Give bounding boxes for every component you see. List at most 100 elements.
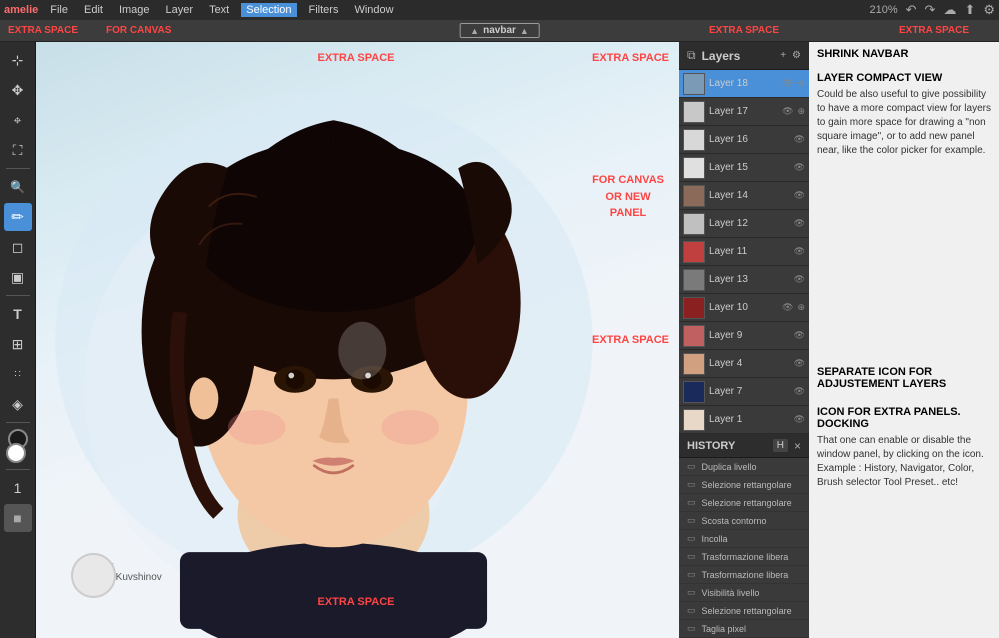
undo-button[interactable]: ↶ (906, 2, 917, 18)
tool-gradient[interactable]: ∷ (4, 360, 32, 388)
layer-visibility-icon[interactable]: 👁 (794, 386, 805, 397)
layer-visibility-icon[interactable]: 👁 (794, 330, 805, 341)
history-item-text: Visibilità livello (702, 588, 760, 598)
layer-visibility-icon[interactable]: 👁 (782, 78, 793, 89)
share-icon[interactable]: ⬆ (964, 2, 975, 18)
history-item[interactable]: ▭Trasformazione libera (679, 548, 809, 566)
tool-cursor[interactable]: ⊹ (4, 46, 32, 74)
tool-eraser[interactable]: ◻ (4, 233, 32, 261)
toolbar-extra-space-left: EXTRA SPACE (8, 25, 78, 36)
cloud-icon[interactable]: ☁ (943, 2, 956, 18)
menu-selection[interactable]: Selection (241, 3, 296, 17)
layer-row[interactable]: Layer 16👁 (679, 126, 809, 154)
tool-square[interactable]: ■ (4, 504, 32, 532)
layer-row[interactable]: Layer 13👁 (679, 266, 809, 294)
layer-visibility-icon[interactable]: 👁 (794, 162, 805, 173)
tool-separator-1 (6, 168, 30, 169)
layers-add-button[interactable]: + (780, 50, 786, 61)
layer-name: Layer 17 (709, 106, 778, 117)
history-item-text: Incolla (702, 534, 728, 544)
tool-lasso[interactable]: ⌖ (4, 106, 32, 134)
history-item-text: Trasformazione libera (702, 570, 789, 580)
icon-extra-text: That one can enable or disable the windo… (817, 434, 991, 490)
tool-brush[interactable]: ✏ (4, 203, 32, 231)
history-list: ▭Duplica livello▭Selezione rettangolare▭… (679, 458, 809, 638)
tool-transform[interactable]: ⊞ (4, 330, 32, 358)
layer-visibility-icon[interactable]: 👁 (794, 358, 805, 369)
tool-fill[interactable]: ▣ (4, 263, 32, 291)
layer-visibility-icon[interactable]: 👁 (794, 218, 805, 229)
layers-stack-icon: ⧉ (687, 48, 696, 63)
history-item[interactable]: ▭Duplica livello (679, 458, 809, 476)
tool-sharpen[interactable]: ◈ (4, 390, 32, 418)
layer-row[interactable]: Layer 10👁⊕ (679, 294, 809, 322)
menu-image[interactable]: Image (115, 3, 154, 17)
tool-eyedropper[interactable]: 🔍 (4, 173, 32, 201)
layer-extra-icon[interactable]: ⊕ (797, 302, 805, 313)
layer-visibility-icon[interactable]: 👁 (794, 134, 805, 145)
layer-row[interactable]: Layer 17 👁 ⊕ (679, 98, 809, 126)
canvas-extra-space-mid-right: EXTRA SPACE (592, 334, 669, 346)
layer-row[interactable]: Layer 14👁 (679, 182, 809, 210)
layer-row[interactable]: Layer 9👁 (679, 322, 809, 350)
history-badge[interactable]: H (773, 439, 788, 452)
history-item[interactable]: ▭Selezione rettangolare (679, 602, 809, 620)
tool-separator-2 (6, 295, 30, 296)
toolbar-extra-space-right: EXTRA SPACE (899, 25, 969, 36)
layer-visibility-icon[interactable]: 👁 (794, 274, 805, 285)
menu-filters[interactable]: Filters (305, 3, 343, 17)
layer-extra-icon[interactable]: ⊕ (797, 106, 805, 117)
tool-panel: ⊹ ✥ ⌖ ⛶ 🔍 ✏ ◻ ▣ T ⊞ ∷ ◈ 1 ■ (0, 42, 36, 638)
navbar-label: navbar (483, 25, 516, 36)
layer-thumbnail (683, 269, 705, 291)
layer-visibility-icon[interactable]: 👁 (794, 414, 805, 425)
layer-visibility-icon[interactable]: 👁 (794, 246, 805, 257)
layer-thumbnail (683, 353, 705, 375)
layer-row[interactable]: Layer 7 👁 (679, 378, 809, 406)
history-item-text: Taglia pixel (702, 624, 747, 634)
zoom-level: 210% (869, 4, 897, 16)
menu-layer[interactable]: Layer (162, 3, 198, 17)
right-columns: ⧉ Layers + ⚙ Layer 18👁⊕Layer 17👁⊕Layer 1… (679, 42, 999, 638)
tool-number[interactable]: 1 (4, 474, 32, 502)
layer-row[interactable]: Layer 1👁 (679, 406, 809, 434)
tool-crop[interactable]: ⛶ (4, 136, 32, 164)
layer-thumbnail (683, 73, 705, 95)
tool-move[interactable]: ✥ (4, 76, 32, 104)
layer-thumbnail (683, 129, 705, 151)
history-item-text: Selezione rettangolare (702, 498, 792, 508)
tool-text[interactable]: T (4, 300, 32, 328)
layer-row[interactable]: Layer 12👁 (679, 210, 809, 238)
menu-text[interactable]: Text (205, 3, 233, 17)
layer-visibility-icon[interactable]: 👁 (794, 190, 805, 201)
history-close-button[interactable]: × (794, 439, 801, 453)
layer-thumbnail (683, 101, 705, 123)
layer-extra-icon[interactable]: ⊕ (797, 78, 805, 89)
layer-visibility-icon[interactable]: 👁 (782, 106, 793, 117)
history-item[interactable]: ▭ Trasformazione libera (679, 566, 809, 584)
history-item[interactable]: ▭Selezione rettangolare (679, 476, 809, 494)
history-item[interactable]: ▭Scosta contorno (679, 512, 809, 530)
tool-separator-4 (6, 469, 30, 470)
menu-edit[interactable]: Edit (80, 3, 107, 17)
layer-name: Layer 11 (709, 246, 790, 257)
history-item[interactable]: ▭Visibilità livello (679, 584, 809, 602)
history-item[interactable]: ▭Selezione rettangolare (679, 494, 809, 512)
history-item[interactable]: ▭Incolla (679, 530, 809, 548)
layer-row[interactable]: Layer 18👁⊕ (679, 70, 809, 98)
icon-extra-title: ICON FOR EXTRA PANELS. DOCKING (817, 406, 991, 430)
layer-name: Layer 7 (709, 386, 790, 397)
redo-button[interactable]: ↷ (925, 2, 936, 18)
layer-visibility-icon[interactable]: 👁 (782, 302, 793, 313)
history-item-icon: ▭ (687, 515, 696, 526)
settings-icon[interactable]: ⚙ (983, 2, 995, 18)
menu-window[interactable]: Window (350, 3, 397, 17)
layer-row[interactable]: Layer 15👁 (679, 154, 809, 182)
color-background[interactable] (6, 443, 26, 463)
menu-file[interactable]: File (46, 3, 72, 17)
history-item-icon: ▭ (687, 569, 696, 580)
layer-row[interactable]: Layer 11 👁 (679, 238, 809, 266)
history-item[interactable]: ▭Taglia pixel (679, 620, 809, 638)
layer-row[interactable]: Layer 4👁 (679, 350, 809, 378)
layers-settings-button[interactable]: ⚙ (792, 50, 801, 61)
